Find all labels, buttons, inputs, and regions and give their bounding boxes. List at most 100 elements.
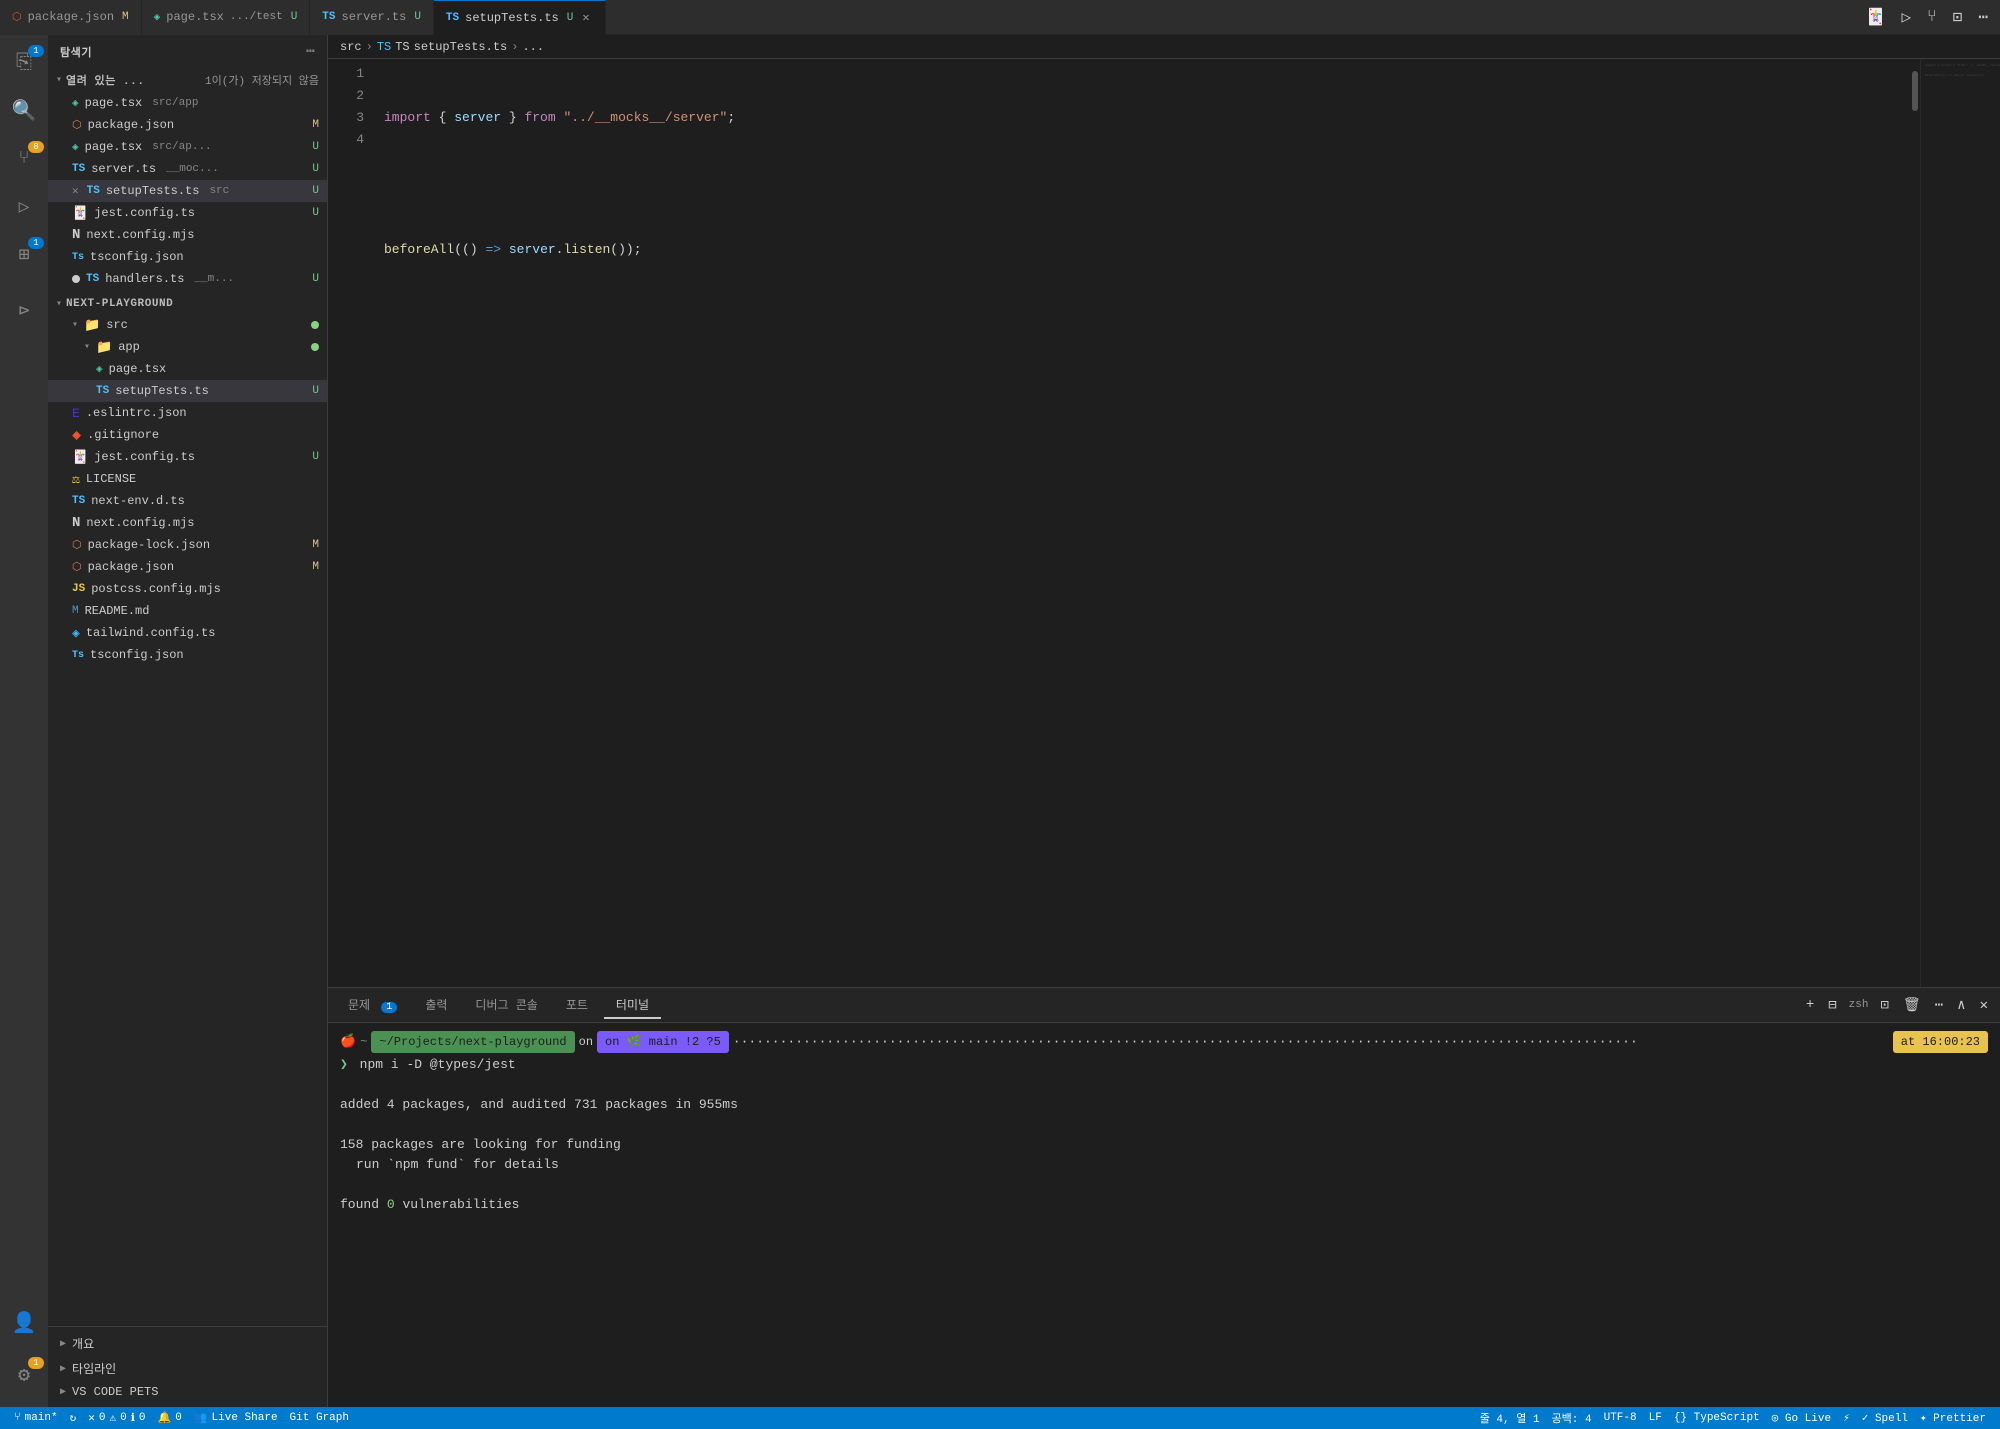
more-terminal-icon[interactable]: ⋯ — [1931, 995, 1947, 1016]
file-name: LICENSE — [86, 472, 136, 486]
activity-account[interactable]: 👤 — [0, 1299, 48, 1347]
branch-icon: ⑂ — [14, 1412, 21, 1424]
activity-source-control[interactable]: ⑂ 8 — [0, 135, 48, 183]
source-control-icon[interactable]: ⑂ — [1923, 4, 1941, 30]
tab-server-ts[interactable]: TS server.ts U — [310, 0, 434, 35]
close-terminal-icon[interactable]: ✕ — [1976, 995, 1992, 1016]
tree-tailwind[interactable]: ◈ tailwind.config.ts — [48, 622, 327, 644]
tree-jest-config[interactable]: 🃏 jest.config.ts U — [48, 446, 327, 468]
split-terminal-icon[interactable]: ⊟ — [1824, 995, 1840, 1016]
status-gitgraph[interactable]: Git Graph — [284, 1407, 355, 1429]
terminal-output-1 — [340, 1075, 1988, 1095]
ports-label: 포트 — [566, 999, 588, 1013]
open-files-header[interactable]: ▾ 열려 있는 ... 1이(가) 저장되지 않음 — [48, 68, 327, 92]
activity-search[interactable]: 🔍 — [0, 87, 48, 135]
status-bell[interactable]: 🔔 0 — [152, 1407, 188, 1429]
status-language[interactable]: {} TypeScript — [1668, 1407, 1766, 1429]
tab-terminal[interactable]: 터미널 — [604, 992, 661, 1019]
bell-count: 0 — [175, 1412, 182, 1424]
sidebar-timeline[interactable]: ▶ 타임라인 — [48, 1356, 327, 1381]
layout-icon[interactable]: ⊡ — [1949, 3, 1967, 31]
status-spaces[interactable]: 공백: 4 — [1546, 1407, 1598, 1429]
kill-terminal-icon[interactable]: 🗑 — [1899, 995, 1925, 1016]
activity-remote[interactable]: ⊳ — [0, 287, 48, 335]
status-golive[interactable]: ◎ Go Live — [1766, 1407, 1837, 1429]
tree-gitignore[interactable]: ⬥ .gitignore — [48, 424, 327, 446]
tree-readme[interactable]: M README.md — [48, 600, 327, 622]
tab-ports[interactable]: 포트 — [554, 992, 600, 1019]
tree-app[interactable]: ▾ 📁 app — [48, 336, 327, 358]
code-content[interactable]: import { server } from "../__mocks__/ser… — [372, 59, 1910, 987]
status-liveshare[interactable]: 👥 Live Share — [188, 1407, 284, 1429]
status-branch[interactable]: ⑂ main* — [8, 1407, 64, 1429]
tab-problems[interactable]: 문제 1 — [336, 992, 409, 1019]
tree-src[interactable]: ▾ 📁 src — [48, 314, 327, 336]
tree-postcss[interactable]: JS postcss.config.mjs — [48, 578, 327, 600]
project-header[interactable]: ▾ NEXT-PLAYGROUND — [48, 294, 327, 314]
tab-name: server.ts — [342, 10, 407, 24]
activity-extensions[interactable]: ⊞ 1 — [0, 231, 48, 279]
open-files-label: 열려 있는 ... — [66, 72, 144, 88]
status-errors[interactable]: ✕ 0 ⚠ 0 ℹ 0 — [82, 1407, 151, 1429]
open-file-page-tsx[interactable]: ◈ page.tsx src/app — [48, 92, 327, 114]
status-encoding[interactable]: UTF-8 — [1598, 1407, 1643, 1429]
open-file-next-config[interactable]: N next.config.mjs — [48, 224, 327, 246]
status-cursor[interactable]: 줄 4, 열 1 — [1474, 1407, 1546, 1429]
tab-name-active: setupTests.ts — [465, 11, 559, 25]
breadcrumb: src › TS TS setupTests.ts › ... — [328, 35, 2000, 59]
open-file-package-json[interactable]: ⬡ package.json M — [48, 114, 327, 136]
activity-settings[interactable]: ⚙ 1 — [0, 1351, 48, 1399]
tree-eslint[interactable]: E .eslintrc.json — [48, 402, 327, 424]
open-file-handlers[interactable]: TS handlers.ts __m... U — [48, 268, 327, 290]
extensions-badge: 1 — [28, 237, 44, 249]
more-actions-icon[interactable]: ⋯ — [1974, 3, 1992, 31]
tree-license[interactable]: ⚖ LICENSE — [48, 468, 327, 490]
terminal-label: 터미널 — [616, 999, 649, 1013]
tree-package-json[interactable]: ⬡ package.json M — [48, 556, 327, 578]
sidebar-outline[interactable]: ▶ 개요 — [48, 1331, 327, 1356]
tab-debug-console[interactable]: 디버그 콘솔 — [463, 992, 549, 1019]
ts-small-icon: Ts — [72, 252, 84, 263]
status-eol[interactable]: LF — [1643, 1407, 1668, 1429]
open-file-page-tsx-2[interactable]: ◈ page.tsx src/ap... U — [48, 136, 327, 158]
tree-next-env[interactable]: TS next-env.d.ts — [48, 490, 327, 512]
tab-close-button[interactable]: ✕ — [579, 9, 592, 26]
terminal-output-3 — [340, 1115, 1988, 1135]
jest-run-icon[interactable]: 🃏 — [1862, 3, 1890, 31]
open-file-jest-config[interactable]: 🃏 jest.config.ts U — [48, 202, 327, 224]
new-terminal-icon[interactable]: + — [1802, 995, 1818, 1015]
open-file-setup-tests[interactable]: ✕ TS setupTests.ts src U — [48, 180, 327, 202]
breadcrumb-filename: setupTests.ts — [414, 40, 508, 54]
activity-explorer[interactable]: ⎘ 1 — [0, 39, 48, 87]
tree-badge-u: U — [312, 385, 319, 397]
activity-run[interactable]: ▷ — [0, 183, 48, 231]
close-file-icon[interactable]: ✕ — [72, 184, 79, 198]
tree-setup-tests[interactable]: TS setupTests.ts U — [48, 380, 327, 402]
tree-page-tsx[interactable]: ◈ page.tsx — [48, 358, 327, 380]
sidebar-more-icon[interactable]: ⋯ — [306, 43, 315, 60]
tree-tsconfig[interactable]: Ts tsconfig.json — [48, 644, 327, 666]
terminal-layout-icon[interactable]: ⊡ — [1876, 995, 1892, 1016]
status-prettier[interactable]: ✦ Prettier — [1914, 1407, 1992, 1429]
open-file-path2: src/ap... — [152, 141, 211, 153]
tab-package-json[interactable]: ⬡ package.json M — [0, 0, 142, 35]
vertical-scrollbar-thumb[interactable] — [1912, 71, 1918, 111]
open-file-server-ts[interactable]: TS server.ts __moc... U — [48, 158, 327, 180]
tree-package-lock[interactable]: ⬡ package-lock.json M — [48, 534, 327, 556]
tab-setup-tests[interactable]: TS setupTests.ts U ✕ — [434, 0, 606, 35]
status-spell[interactable]: ✓ Spell — [1856, 1407, 1914, 1429]
vertical-scrollbar-track[interactable] — [1910, 59, 1920, 987]
maximize-terminal-icon[interactable]: ∧ — [1953, 995, 1969, 1016]
run-debug-icon[interactable]: ▷ — [1897, 3, 1915, 31]
tree-next-config[interactable]: N next.config.mjs — [48, 512, 327, 534]
code-line-2 — [384, 173, 1898, 195]
terminal-content[interactable]: 🍎 ~ ~/Projects/next-playground on on 🌿 m… — [328, 1023, 2000, 1407]
sidebar-pets[interactable]: ▶ VS CODE PETS — [48, 1381, 327, 1403]
tab-page-tsx[interactable]: ◈ page.tsx .../test U — [142, 0, 311, 35]
status-lightning[interactable]: ⚡ — [1837, 1407, 1856, 1429]
tab-output[interactable]: 출력 — [413, 992, 459, 1019]
code-editor[interactable]: 1 2 3 4 import { server } from "../__m — [328, 59, 2000, 987]
open-file-tsconfig[interactable]: Ts tsconfig.json — [48, 246, 327, 268]
open-file-name: page.tsx — [85, 140, 143, 154]
status-sync[interactable]: ↻ — [64, 1407, 83, 1429]
